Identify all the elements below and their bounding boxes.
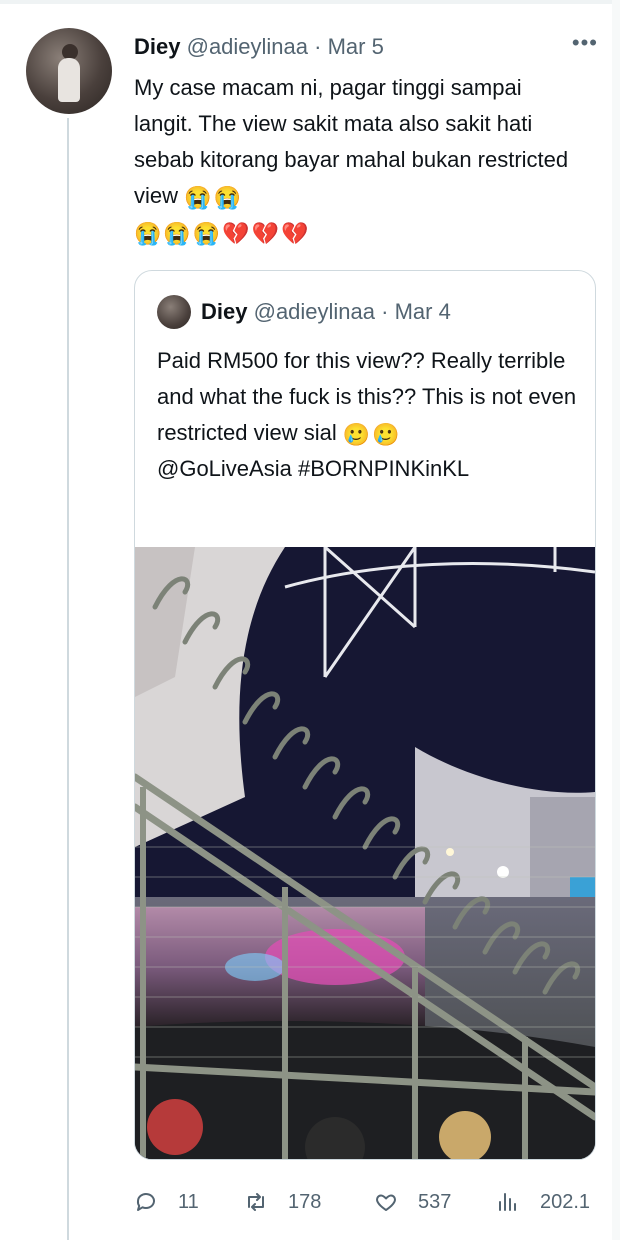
- stadium-fence-photo: [135, 545, 595, 1159]
- retweet-count: 178: [288, 1190, 322, 1213]
- top-divider: [0, 0, 620, 4]
- smiling-tear-emoji-icon: 🥲: [372, 422, 400, 447]
- smiling-tear-emoji-icon: 🥲: [342, 422, 371, 447]
- crying-emoji-icon: 😭: [134, 221, 162, 246]
- quoted-tweet-photo[interactable]: [135, 545, 595, 1159]
- crying-emoji-icon: 😭: [213, 185, 241, 210]
- header-separator: ·: [314, 34, 322, 59]
- tweet-date[interactable]: Mar 5: [328, 34, 384, 59]
- like-button[interactable]: 537: [374, 1184, 451, 1220]
- views-button[interactable]: 202.1: [496, 1184, 590, 1220]
- scroll-edge: [612, 0, 620, 1240]
- views-count: 202.1: [540, 1190, 591, 1213]
- reply-icon: [136, 1193, 155, 1211]
- more-options-icon[interactable]: •••: [572, 30, 598, 56]
- quoted-tweet-date[interactable]: Mar 4: [395, 299, 451, 324]
- broken-heart-emoji-icon: 💔: [251, 221, 280, 246]
- quoted-tweet-card[interactable]: Diey @adieylinaa · Mar 4 Paid RM500 for …: [134, 270, 596, 1160]
- author-handle[interactable]: @adieylinaa: [187, 34, 308, 59]
- crying-emoji-icon: 😭: [184, 185, 212, 210]
- crying-emoji-icon: 😭: [192, 221, 221, 246]
- like-count: 537: [418, 1190, 452, 1213]
- mention-link[interactable]: @GoLiveAsia: [157, 456, 292, 481]
- quoted-author-avatar[interactable]: [157, 295, 191, 329]
- crying-emoji-icon: 😭: [163, 221, 191, 246]
- quoted-tweet-header: Diey @adieylinaa · Mar 4: [201, 295, 451, 329]
- tweet-header: Diey @adieylinaa · Mar 5: [134, 32, 604, 62]
- quoted-author-name[interactable]: Diey: [201, 299, 247, 324]
- heart-icon: [376, 1194, 396, 1211]
- retweet-icon: [248, 1193, 264, 1211]
- thread-connector-line: [67, 118, 69, 1240]
- quoted-tweet-text: Paid RM500 for this view?? Really terrib…: [157, 343, 577, 487]
- retweet-button[interactable]: 178: [244, 1184, 321, 1220]
- tweet-actions: 11 178 537 202.1: [134, 1184, 620, 1220]
- quoted-header-separator: ·: [381, 299, 389, 324]
- broken-heart-emoji-icon: 💔: [222, 221, 250, 246]
- broken-heart-emoji-icon: 💔: [281, 221, 309, 246]
- reply-button[interactable]: 11: [134, 1184, 199, 1220]
- author-name[interactable]: Diey: [134, 34, 180, 59]
- author-avatar[interactable]: [26, 28, 112, 114]
- quoted-author-handle[interactable]: @adieylinaa: [254, 299, 375, 324]
- reply-count: 11: [178, 1190, 199, 1213]
- tweet-text: My case macam ni, pagar tinggi sampai la…: [134, 70, 574, 250]
- views-icon: [499, 1193, 516, 1211]
- hashtag-link[interactable]: #BORNPINKinKL: [298, 456, 469, 481]
